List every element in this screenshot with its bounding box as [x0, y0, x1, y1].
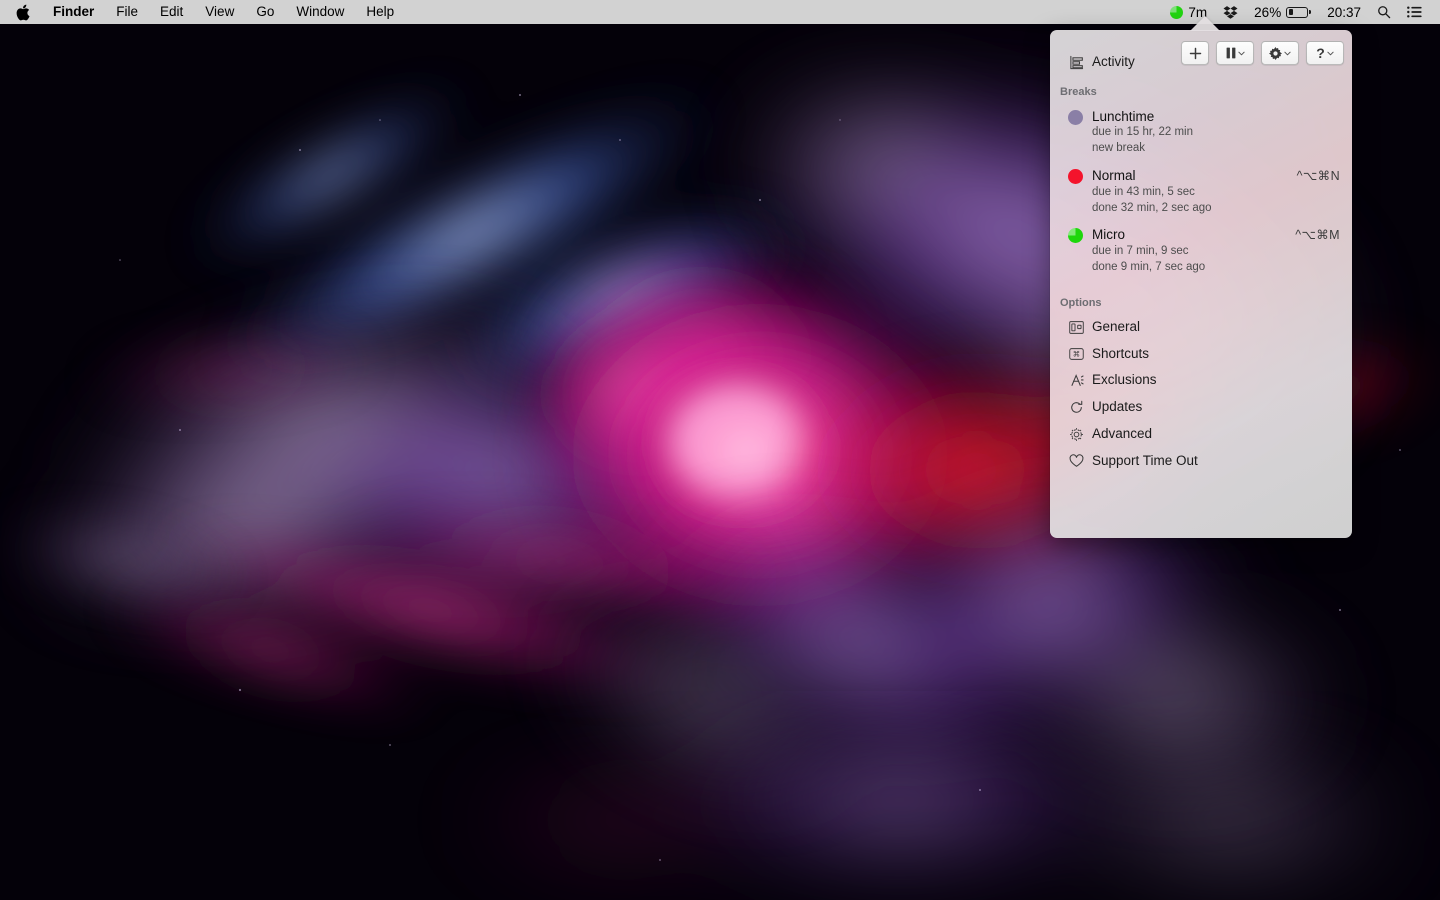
- plus-icon: [1189, 47, 1202, 60]
- battery-icon: [1286, 7, 1311, 18]
- popover-arrow: [1190, 16, 1220, 31]
- gear-icon: [1269, 47, 1282, 60]
- keyboard-shortcut-glyph: ⌘: [1069, 348, 1084, 360]
- menu-item-shortcuts[interactable]: ⌘ Shortcuts: [1050, 341, 1352, 368]
- break-name-micro: Micro: [1092, 226, 1286, 244]
- menu-item-updates[interactable]: Updates: [1050, 394, 1352, 421]
- support-label: Support Time Out: [1092, 453, 1198, 470]
- gear-icon: [1068, 427, 1084, 443]
- break-item-micro[interactable]: Micro due in 7 min, 9 sec done 9 min, 7 …: [1050, 221, 1352, 280]
- break-due-micro: due in 7 min, 9 sec: [1092, 244, 1286, 260]
- options-section-header: Options: [1050, 297, 1352, 309]
- shortcuts-label: Shortcuts: [1092, 346, 1149, 363]
- menu-item-general[interactable]: General: [1050, 314, 1352, 341]
- activity-label: Activity: [1092, 54, 1135, 71]
- pause-button[interactable]: [1216, 41, 1254, 65]
- battery-percent-label: 26%: [1254, 5, 1281, 20]
- status-item-battery[interactable]: 26%: [1246, 0, 1319, 24]
- menu-window[interactable]: Window: [285, 0, 355, 24]
- activity-chart-icon: [1068, 54, 1084, 70]
- apple-logo-icon[interactable]: [0, 0, 42, 24]
- heart-icon: [1068, 453, 1084, 469]
- chevron-down-icon: [1284, 51, 1291, 56]
- break-item-lunchtime[interactable]: Lunchtime due in 15 hr, 22 min new break: [1050, 103, 1352, 162]
- menu-bar: Finder File Edit View Go Window Help 7m …: [0, 0, 1440, 24]
- add-break-button[interactable]: [1181, 41, 1209, 65]
- gear-glyph: [1069, 427, 1084, 442]
- chevron-down-icon: [1238, 51, 1245, 56]
- break-info-micro: Micro due in 7 min, 9 sec done 9 min, 7 …: [1092, 226, 1286, 275]
- dropbox-icon: [1223, 5, 1238, 19]
- break-item-normal[interactable]: Normal due in 43 min, 5 sec done 32 min,…: [1050, 162, 1352, 221]
- refresh-glyph: [1069, 400, 1084, 415]
- list-icon: [1407, 6, 1422, 18]
- exclusions-icon: [1068, 373, 1084, 389]
- break-status-lunchtime: new break: [1092, 141, 1331, 157]
- preferences-general-glyph: [1069, 321, 1084, 334]
- apple-logo-glyph: [16, 4, 30, 21]
- help-button[interactable]: ?: [1306, 41, 1344, 65]
- search-icon: [1377, 5, 1391, 19]
- break-due-normal: due in 43 min, 5 sec: [1092, 185, 1288, 201]
- break-status-dot-normal: [1068, 169, 1083, 184]
- break-shortcut-normal: ^⌥⌘N: [1297, 167, 1340, 183]
- break-status-normal: done 32 min, 2 sec ago: [1092, 201, 1288, 217]
- menu-bar-app-menus: Finder File Edit View Go Window Help: [0, 0, 405, 24]
- break-status-micro: done 9 min, 7 sec ago: [1092, 260, 1286, 276]
- activity-chart-glyph: [1069, 55, 1084, 70]
- menu-item-support-time-out[interactable]: Support Time Out: [1050, 448, 1352, 475]
- preferences-general-icon: [1068, 319, 1084, 335]
- question-mark-icon: ?: [1316, 46, 1325, 60]
- popover-toolbar: ?: [1181, 41, 1344, 65]
- refresh-icon: [1068, 400, 1084, 416]
- svg-text:⌘: ⌘: [1072, 350, 1079, 359]
- menu-item-exclusions[interactable]: Exclusions: [1050, 367, 1352, 394]
- green-pie-icon: [1170, 6, 1183, 19]
- status-item-clock[interactable]: 20:37: [1319, 0, 1369, 24]
- updates-label: Updates: [1092, 399, 1142, 416]
- exclusions-label: Exclusions: [1092, 372, 1157, 389]
- menu-item-advanced[interactable]: Advanced: [1050, 421, 1352, 448]
- timeout-popover: ? Activity Breaks Lunchtime due in 15 hr…: [1050, 30, 1352, 538]
- menu-file[interactable]: File: [105, 0, 149, 24]
- break-info-lunchtime: Lunchtime due in 15 hr, 22 min new break: [1092, 108, 1331, 157]
- breaks-section-header: Breaks: [1050, 86, 1352, 98]
- exclusions-glyph: [1069, 373, 1084, 388]
- menu-view[interactable]: View: [194, 0, 245, 24]
- break-name-normal: Normal: [1092, 167, 1288, 185]
- break-status-dot-lunchtime: [1068, 110, 1083, 125]
- status-item-notification-center[interactable]: [1399, 0, 1430, 24]
- menu-finder[interactable]: Finder: [42, 0, 105, 24]
- heart-glyph: [1069, 454, 1084, 468]
- status-item-spotlight[interactable]: [1369, 0, 1399, 24]
- break-shortcut-micro: ^⌥⌘M: [1295, 226, 1340, 242]
- menu-edit[interactable]: Edit: [149, 0, 194, 24]
- settings-button[interactable]: [1261, 41, 1299, 65]
- break-name-lunchtime: Lunchtime: [1092, 108, 1331, 126]
- general-label: General: [1092, 319, 1140, 336]
- break-due-lunchtime: due in 15 hr, 22 min: [1092, 125, 1331, 141]
- menu-go[interactable]: Go: [245, 0, 285, 24]
- keyboard-shortcut-icon: ⌘: [1068, 346, 1084, 362]
- chevron-down-icon: [1327, 51, 1334, 56]
- break-status-dot-micro: [1068, 228, 1083, 243]
- pause-icon: [1226, 47, 1236, 59]
- break-info-normal: Normal due in 43 min, 5 sec done 32 min,…: [1092, 167, 1288, 216]
- advanced-label: Advanced: [1092, 426, 1152, 443]
- menu-help[interactable]: Help: [355, 0, 405, 24]
